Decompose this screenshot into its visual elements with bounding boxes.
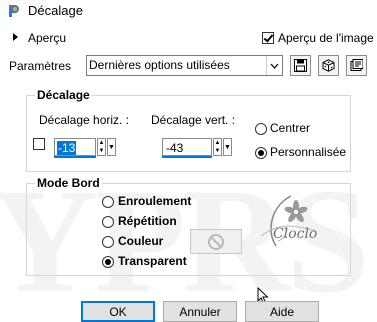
save-preset-button[interactable]	[290, 55, 311, 76]
color-swatch-button[interactable]	[190, 229, 242, 254]
expand-arrow-icon[interactable]	[13, 33, 18, 41]
horizontal-offset-spinner[interactable]: -13 ▲ ▼ ▼	[54, 138, 118, 158]
presets-label: Paramètres	[9, 59, 72, 73]
horizontal-offset-input[interactable]: -13	[54, 138, 96, 156]
preview-label[interactable]: Aperçu	[28, 31, 66, 45]
center-radio-label[interactable]: Centrer	[270, 121, 310, 135]
transparent-radio[interactable]	[102, 256, 114, 268]
horizontal-offset-dropdown[interactable]: ▼	[107, 138, 116, 156]
vertical-offset-label: Décalage vert. :	[151, 113, 236, 127]
app-icon	[6, 3, 22, 19]
offset-group-title: Décalage	[35, 88, 92, 102]
ok-button-label: OK	[109, 304, 127, 319]
vertical-offset-updown[interactable]: ▲ ▼	[213, 138, 222, 156]
vertical-offset-input[interactable]: -43	[162, 138, 212, 156]
wrap-radio[interactable]	[102, 196, 114, 208]
transparent-radio-label[interactable]: Transparent	[118, 254, 187, 268]
horizontal-offset-updown[interactable]: ▲ ▼	[97, 138, 106, 156]
custom-radio[interactable]	[255, 147, 267, 159]
presets-selected-value: Dernières options utilisées	[89, 58, 230, 72]
window-title: Décalage	[28, 3, 83, 18]
signature-watermark: Cloclo	[256, 186, 352, 252]
presets-dropdown[interactable]: Dernières options utilisées	[86, 55, 283, 76]
ok-button[interactable]: OK	[81, 301, 155, 322]
wrap-radio-label[interactable]: Enroulement	[118, 194, 191, 208]
save-preset-icon	[294, 59, 307, 72]
help-button[interactable]: Aide	[245, 301, 319, 322]
cancel-button[interactable]: Annuler	[163, 301, 237, 322]
no-color-icon	[208, 233, 224, 250]
preview-image-checkbox[interactable]	[262, 32, 274, 44]
vertical-offset-spinner[interactable]: -43 ▲ ▼ ▼	[162, 138, 233, 158]
cancel-button-label: Annuler	[179, 304, 221, 319]
link-offsets-checkbox[interactable]	[33, 138, 45, 150]
reset-defaults-button[interactable]	[346, 55, 367, 76]
vertical-offset-dropdown[interactable]: ▼	[223, 138, 232, 156]
reset-defaults-icon	[350, 59, 363, 71]
horizontal-offset-value: -13	[57, 141, 77, 155]
signature-text: Cloclo	[273, 226, 318, 242]
custom-radio-label[interactable]: Personnalisée	[270, 145, 346, 159]
horizontal-offset-label: Décalage horiz. :	[39, 113, 130, 127]
center-radio[interactable]	[255, 123, 267, 135]
vertical-offset-value: -43	[166, 141, 184, 155]
chevron-down-icon	[266, 56, 282, 75]
repeat-radio-label[interactable]: Répétition	[118, 214, 177, 228]
preview-image-label[interactable]: Aperçu de l'image	[278, 31, 374, 45]
dice-randomize-icon	[322, 59, 335, 72]
edge-mode-group-title: Mode Bord	[35, 176, 102, 190]
help-button-label: Aide	[269, 304, 295, 319]
color-radio[interactable]	[102, 236, 114, 248]
randomize-button[interactable]	[318, 55, 339, 76]
repeat-radio[interactable]	[102, 216, 114, 228]
color-radio-label[interactable]: Couleur	[118, 234, 163, 248]
